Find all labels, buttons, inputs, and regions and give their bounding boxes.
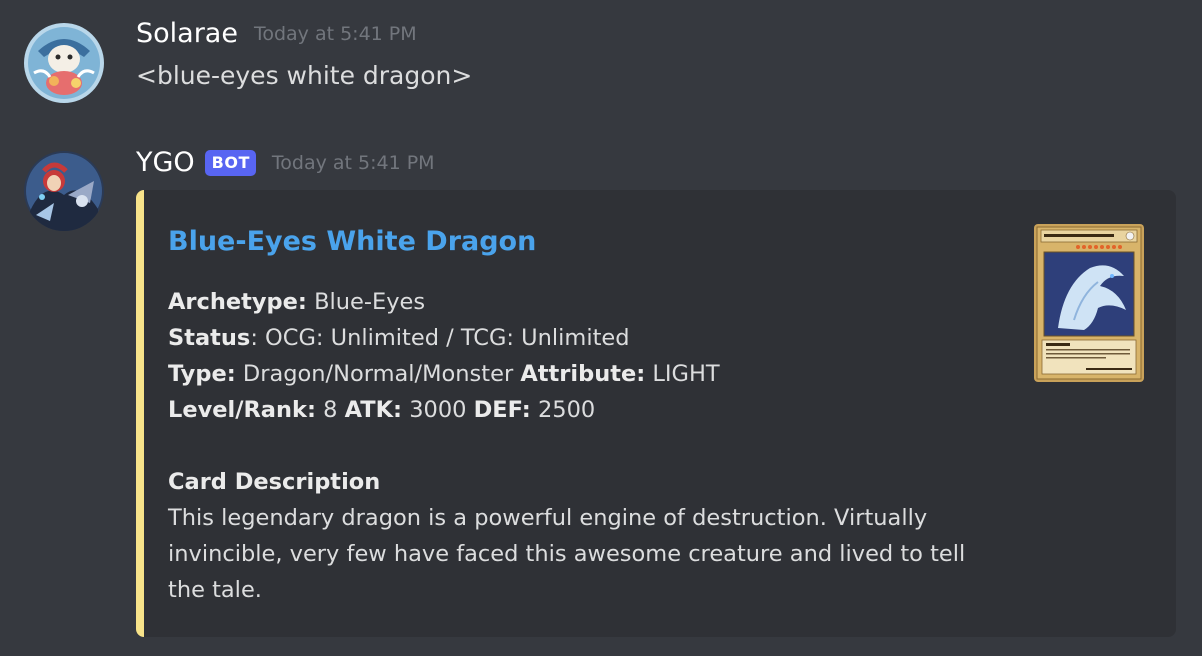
type-label: Type: xyxy=(168,361,236,387)
username[interactable]: Solarae xyxy=(136,18,238,49)
status-label: Status xyxy=(168,325,251,351)
embed-accent-bar xyxy=(136,190,144,637)
attribute-label: Attribute: xyxy=(520,361,646,387)
field-type: Type: Dragon/Normal/Monster Attribute: L… xyxy=(168,356,1008,392)
description-text: This legendary dragon is a powerful engi… xyxy=(168,505,966,603)
bot-badge: BOT xyxy=(204,149,256,176)
level-value: 8 xyxy=(323,397,338,423)
field-stats: Level/Rank: 8 ATK: 3000 DEF: 2500 xyxy=(168,392,1008,428)
embed-fields: Archetype: Blue-Eyes Status: OCG: Unlimi… xyxy=(168,284,1008,608)
status-value: : OCG: Unlimited / TCG: Unlimited xyxy=(250,325,630,351)
username[interactable]: YGO xyxy=(136,147,195,178)
message-header: Solarae Today at 5:41 PM xyxy=(136,18,417,49)
archetype-value: Blue-Eyes xyxy=(314,289,426,315)
type-value: Dragon/Normal/Monster xyxy=(242,361,514,387)
archetype-label: Archetype: xyxy=(168,289,307,315)
atk-label: ATK: xyxy=(344,397,403,423)
attribute-value: LIGHT xyxy=(652,361,720,387)
field-archetype: Archetype: Blue-Eyes xyxy=(168,284,1008,320)
avatar-ygo-icon[interactable] xyxy=(24,151,104,231)
timestamp: Today at 5:41 PM xyxy=(253,22,417,45)
message-content: <blue-eyes white dragon> xyxy=(136,61,473,90)
level-label: Level/Rank: xyxy=(168,397,316,423)
atk-value: 3000 xyxy=(409,397,467,423)
embed-title-link[interactable]: Blue-Eyes White Dragon xyxy=(168,226,536,257)
message-header: YGO BOT Today at 5:41 PM xyxy=(136,147,435,178)
description-heading: Card Description xyxy=(168,469,381,495)
avatar-solarae-icon[interactable] xyxy=(24,23,104,103)
def-value: 2500 xyxy=(537,397,596,423)
timestamp: Today at 5:41 PM xyxy=(271,151,435,174)
def-label: DEF: xyxy=(473,397,531,423)
card-embed: Blue-Eyes White Dragon Archetype: Blue-E… xyxy=(136,190,1176,637)
card-image-icon[interactable] xyxy=(1034,224,1144,382)
field-status: Status: OCG: Unlimited / TCG: Unlimited xyxy=(168,320,1008,356)
